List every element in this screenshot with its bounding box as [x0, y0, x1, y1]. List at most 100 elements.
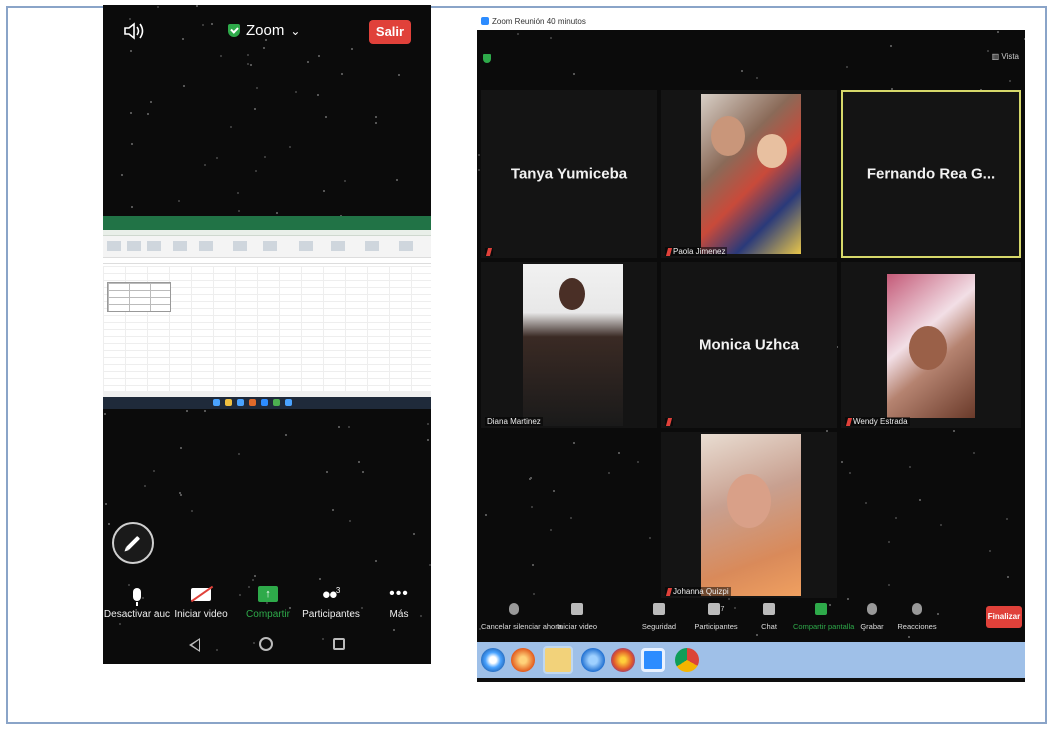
noise-speck: [265, 39, 267, 41]
more-button[interactable]: ••• Más: [379, 583, 419, 620]
noise-speck: [250, 64, 252, 66]
participant-tile[interactable]: Wendy Estrada: [841, 262, 1021, 428]
participants-count: 3: [335, 585, 341, 595]
noise-speck: [341, 73, 343, 75]
reactions-button[interactable]: Reacciones: [897, 600, 937, 631]
media-player-icon[interactable]: [511, 648, 535, 672]
noise-speck: [108, 523, 110, 525]
phone-meeting-toolbar: Desactivar auc Iniciar video ↑ Compartir…: [103, 583, 431, 627]
noise-speck: [413, 533, 415, 535]
unmute-button[interactable]: Cancelar silenciar ahora: [481, 600, 562, 631]
noise-speck: [230, 126, 232, 128]
participant-tile[interactable]: Monica Uzhca: [661, 262, 837, 428]
view-button[interactable]: ▥ Vista: [992, 52, 1019, 61]
noise-speck: [147, 113, 149, 115]
chat-label: Chat: [761, 622, 777, 631]
noise-speck: [220, 55, 222, 57]
participants-label: Participantes: [694, 622, 738, 631]
security-shield-icon: [483, 54, 491, 63]
zoom-icon[interactable]: [641, 648, 665, 672]
noise-speck: [362, 471, 364, 473]
phone-zoom-screen: Zoom ⌄ Salir Desactivar auc Iniciar vide…: [103, 5, 431, 664]
noise-speck: [263, 47, 265, 49]
noise-speck: [358, 461, 360, 463]
noise-speck: [396, 179, 398, 181]
noise-speck: [144, 485, 146, 487]
noise-speck: [255, 170, 257, 172]
noise-speck: [478, 154, 480, 156]
meeting-title[interactable]: Zoom ⌄: [228, 22, 300, 39]
noise-speck: [150, 101, 152, 103]
noise-speck: [211, 23, 213, 25]
noise-speck: [553, 490, 555, 492]
noise-speck: [276, 212, 278, 214]
participant-tile[interactable]: Diana Martinez: [481, 262, 657, 428]
start-video-button[interactable]: Iniciar video: [555, 600, 599, 631]
internet-explorer-icon[interactable]: [581, 648, 605, 672]
noise-speck: [849, 472, 851, 474]
participant-caption: Paola Jimenez: [665, 247, 728, 256]
participant-tile[interactable]: Johanna Quizpi: [661, 432, 837, 598]
noise-speck: [375, 122, 377, 124]
participant-tile-active-speaker[interactable]: Fernando Rea G...: [841, 90, 1021, 258]
end-meeting-button[interactable]: Finalizar: [986, 606, 1022, 628]
participant-tile[interactable]: Tanya Yumiceba: [481, 90, 657, 258]
noise-speck: [532, 564, 534, 566]
reactions-label: Reacciones: [897, 622, 937, 631]
participants-button[interactable]: 7 Participantes: [691, 600, 741, 631]
noise-speck: [393, 629, 395, 631]
participants-button[interactable]: ●●3 Participantes: [299, 583, 363, 621]
mute-audio-button[interactable]: Desactivar auc: [103, 583, 171, 620]
speaker-icon[interactable]: [123, 21, 147, 41]
record-button[interactable]: Grabar: [859, 600, 885, 631]
noise-speck: [307, 61, 309, 63]
muted-mic-icon: [485, 248, 493, 256]
noise-speck: [121, 174, 123, 176]
noise-speck: [326, 471, 328, 473]
noise-speck: [846, 66, 848, 68]
noise-speck: [252, 579, 254, 581]
noise-speck: [953, 430, 955, 432]
chat-button[interactable]: Chat: [757, 600, 781, 631]
noise-speck: [204, 164, 206, 166]
shared-screen-excel: [103, 216, 431, 409]
noise-speck: [427, 423, 429, 425]
security-button[interactable]: Seguridad: [639, 600, 679, 631]
nav-recents-icon[interactable]: [333, 638, 345, 650]
nav-home-icon[interactable]: [259, 637, 273, 651]
participant-name: Wendy Estrada: [853, 417, 908, 426]
noise-speck: [180, 447, 182, 449]
chat-bubble-icon: [763, 603, 775, 615]
firefox-icon[interactable]: [611, 648, 635, 672]
muted-mic-icon: [845, 417, 853, 426]
noise-speck: [325, 116, 327, 118]
annotate-pen-button[interactable]: [112, 522, 154, 564]
windows-start-icon[interactable]: [481, 648, 505, 672]
share-button[interactable]: ↑ Compartir: [241, 583, 295, 620]
excel-ribbon-tools: [103, 236, 431, 258]
file-explorer-icon[interactable]: [543, 646, 573, 674]
noise-speck: [478, 169, 480, 171]
noise-speck: [989, 550, 991, 552]
noise-speck: [264, 156, 266, 158]
share-label: Compartir: [246, 609, 290, 620]
noise-speck: [348, 426, 350, 428]
noise-speck: [254, 575, 256, 577]
microphone-icon: [133, 587, 141, 606]
noise-speck: [649, 537, 651, 539]
noise-speck: [285, 434, 287, 436]
noise-speck: [317, 94, 319, 96]
noise-speck: [550, 529, 552, 531]
nav-back-icon[interactable]: [189, 638, 200, 652]
start-video-button[interactable]: Iniciar video: [173, 583, 229, 620]
noise-speck: [570, 517, 572, 519]
noise-speck: [517, 33, 519, 35]
chrome-icon[interactable]: [675, 648, 699, 672]
noise-speck: [890, 45, 892, 47]
noise-speck: [180, 494, 182, 496]
share-screen-button[interactable]: Compartir pantalla: [793, 600, 854, 631]
exit-button[interactable]: Salir: [369, 20, 411, 44]
participant-tile[interactable]: Paola Jimenez: [661, 90, 837, 258]
security-shield-icon: [653, 603, 665, 615]
noise-speck: [375, 560, 377, 562]
